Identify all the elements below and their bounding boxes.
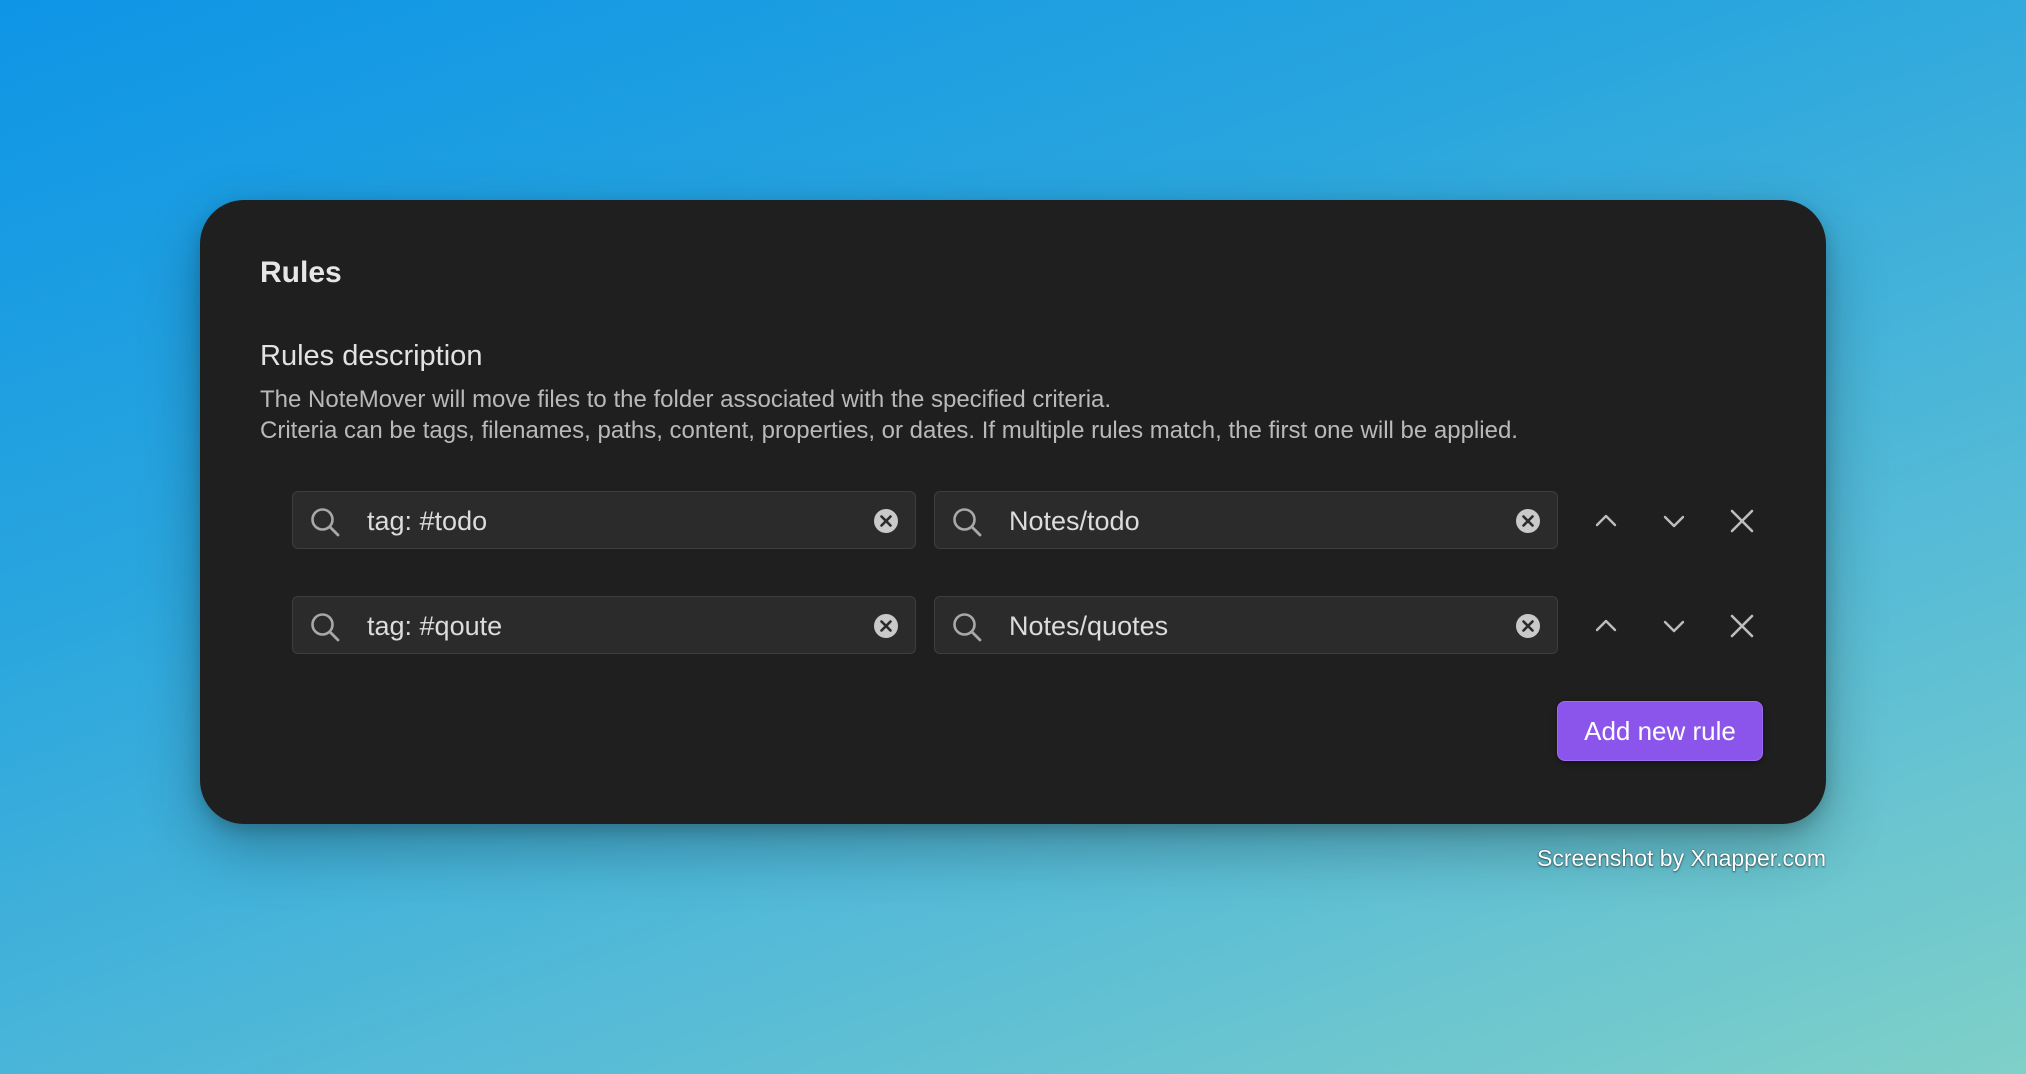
criteria-search-field[interactable]: tag: #todo	[292, 491, 916, 549]
folder-input[interactable]: Notes/todo	[1009, 506, 1140, 537]
rule-row: tag: #todo Notes/todo	[292, 491, 1762, 551]
add-new-rule-button[interactable]: Add new rule	[1557, 701, 1763, 761]
folder-search-field[interactable]: Notes/quotes	[934, 596, 1558, 654]
chevron-down-icon[interactable]	[1656, 503, 1692, 539]
rules-description-title: Rules description	[260, 340, 483, 372]
criteria-input[interactable]: tag: #todo	[367, 506, 487, 537]
folder-input[interactable]: Notes/quotes	[1009, 611, 1168, 642]
rules-settings-panel: Rules Rules description The NoteMover wi…	[200, 200, 1826, 824]
search-icon	[311, 613, 340, 642]
search-icon	[953, 613, 982, 642]
section-heading: Rules	[260, 256, 342, 289]
close-icon[interactable]	[1724, 503, 1760, 539]
chevron-up-icon[interactable]	[1588, 608, 1624, 644]
rule-row: tag: #qoute Notes/quotes	[292, 596, 1762, 656]
criteria-input[interactable]: tag: #qoute	[367, 611, 502, 642]
clear-circle-icon[interactable]	[873, 508, 899, 534]
chevron-up-icon[interactable]	[1588, 503, 1624, 539]
close-icon[interactable]	[1724, 608, 1760, 644]
watermark-text: Screenshot by Xnapper.com	[1537, 845, 1826, 871]
criteria-search-field[interactable]: tag: #qoute	[292, 596, 916, 654]
search-icon	[311, 508, 340, 537]
clear-circle-icon[interactable]	[1515, 613, 1541, 639]
clear-circle-icon[interactable]	[1515, 508, 1541, 534]
chevron-down-icon[interactable]	[1656, 608, 1692, 644]
clear-circle-icon[interactable]	[873, 613, 899, 639]
rules-description-line: The NoteMover will move files to the fol…	[260, 386, 1112, 413]
search-icon	[953, 508, 982, 537]
rules-description-line: Criteria can be tags, filenames, paths, …	[260, 417, 1518, 444]
folder-search-field[interactable]: Notes/todo	[934, 491, 1558, 549]
